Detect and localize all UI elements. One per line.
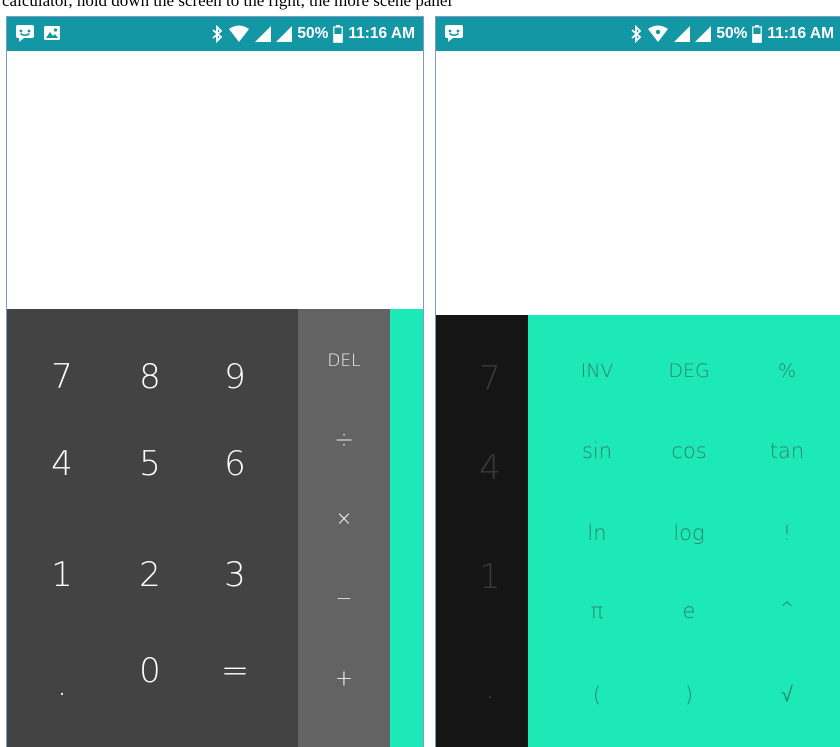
key-delete[interactable]: DEL <box>327 351 360 371</box>
key-3[interactable]: 3 <box>224 555 246 595</box>
clock: 11:16 AM <box>348 25 415 42</box>
operator-pad: DEL ÷ × − + <box>298 309 390 747</box>
key-power[interactable]: ^ <box>780 599 794 619</box>
key-equals[interactable]: = <box>221 651 250 691</box>
key-inv[interactable]: INV <box>581 360 614 382</box>
bluetooth-icon <box>212 25 223 43</box>
advanced-pad: INV DEG % sin cos tan ln log ! π e ^ ( )… <box>528 315 840 747</box>
key-7[interactable]: 7 <box>51 357 73 397</box>
wifi-icon <box>648 25 669 42</box>
key-4: 4 <box>479 448 501 488</box>
key-percent[interactable]: % <box>778 360 796 382</box>
key-cos[interactable]: cos <box>671 439 706 463</box>
signal-icon-2 <box>276 26 293 42</box>
key-factorial[interactable]: ! <box>783 521 791 545</box>
calculator-display <box>7 51 423 309</box>
key-add[interactable]: + <box>335 667 353 692</box>
clock: 11:16 AM <box>767 25 834 42</box>
key-sin[interactable]: sin <box>582 439 612 463</box>
signal-icon <box>255 26 272 42</box>
battery-icon <box>752 25 763 43</box>
number-pad-dimmed: 7 4 1 . <box>436 315 528 747</box>
wifi-icon <box>229 25 250 42</box>
caption-text: calculator, hold down the screen to the … <box>2 0 453 10</box>
battery-percent: 50% <box>716 25 748 42</box>
key-deg[interactable]: DEG <box>668 360 709 382</box>
battery-percent: 50% <box>297 25 329 42</box>
key-pi[interactable]: π <box>591 599 604 623</box>
key-9[interactable]: 9 <box>224 357 246 397</box>
calculator-display <box>436 51 840 315</box>
status-bar: 50% 11:16 AM <box>7 17 423 51</box>
key-decimal[interactable]: . <box>57 664 68 704</box>
key-4[interactable]: 4 <box>51 444 73 484</box>
signal-icon <box>674 26 691 42</box>
signal-icon-2 <box>695 26 712 42</box>
calculator-screen-advanced: 50% 11:16 AM 7 4 1 . INV DEG % sin cos t… <box>435 16 840 747</box>
key-7: 7 <box>479 359 501 399</box>
image-notification-icon <box>44 26 60 40</box>
key-divide[interactable]: ÷ <box>334 425 354 453</box>
message-notification-icon <box>445 25 463 42</box>
key-2[interactable]: 2 <box>139 555 161 595</box>
key-close-paren[interactable]: ) <box>685 683 693 707</box>
key-1[interactable]: 1 <box>51 555 73 595</box>
advanced-panel-handle[interactable] <box>390 309 423 747</box>
key-log[interactable]: log <box>673 521 704 545</box>
calculator-screen-basic: 50% 11:16 AM 7 8 9 4 5 6 1 2 3 . 0 = DEL… <box>6 16 424 747</box>
key-decimal: . <box>484 667 496 707</box>
key-sqrt[interactable]: √ <box>781 683 793 708</box>
key-ln[interactable]: ln <box>587 521 606 545</box>
key-6[interactable]: 6 <box>224 444 246 484</box>
key-multiply[interactable]: × <box>336 506 353 530</box>
key-8[interactable]: 8 <box>139 357 161 397</box>
status-bar: 50% 11:16 AM <box>436 17 840 51</box>
key-0[interactable]: 0 <box>139 651 161 691</box>
key-1: 1 <box>479 557 501 597</box>
bluetooth-icon <box>631 25 642 43</box>
number-pad: 7 8 9 4 5 6 1 2 3 . 0 = <box>7 309 298 747</box>
battery-icon <box>333 25 344 43</box>
message-notification-icon <box>16 25 34 42</box>
key-tan[interactable]: tan <box>770 439 804 463</box>
key-5[interactable]: 5 <box>139 444 161 484</box>
key-subtract[interactable]: − <box>336 586 353 610</box>
key-e[interactable]: e <box>683 599 696 623</box>
key-open-paren[interactable]: ( <box>593 683 601 707</box>
